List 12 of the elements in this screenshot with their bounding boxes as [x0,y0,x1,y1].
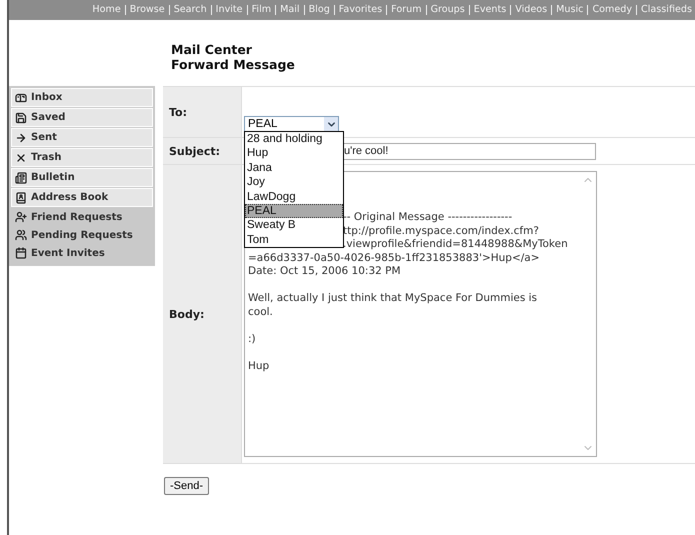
body-text-line: Date: Oct 15, 2006 10:32 PM [248,265,401,278]
body-text-line: ttp://profile.myspace.com/index.cfm? [343,224,539,238]
field-label: To: [163,87,241,138]
field-label: Subject: [163,138,241,165]
body-text-line: :) [248,332,256,346]
body-text-line: =a66d3337-0a50-4026-985b-1ff231853883'>Hup</a> [248,252,540,265]
body-text-line: Well, actually I just think that MySpace For Dummies is cool. [248,292,538,319]
body-text-line: .viewprofile&friendid=81448988&MyToken [343,238,568,252]
field-label: Body: [163,165,241,464]
body-text-line: Hup [248,360,270,373]
page-heading: Mail Center [171,42,253,57]
page-heading: Forward Message [171,57,296,72]
